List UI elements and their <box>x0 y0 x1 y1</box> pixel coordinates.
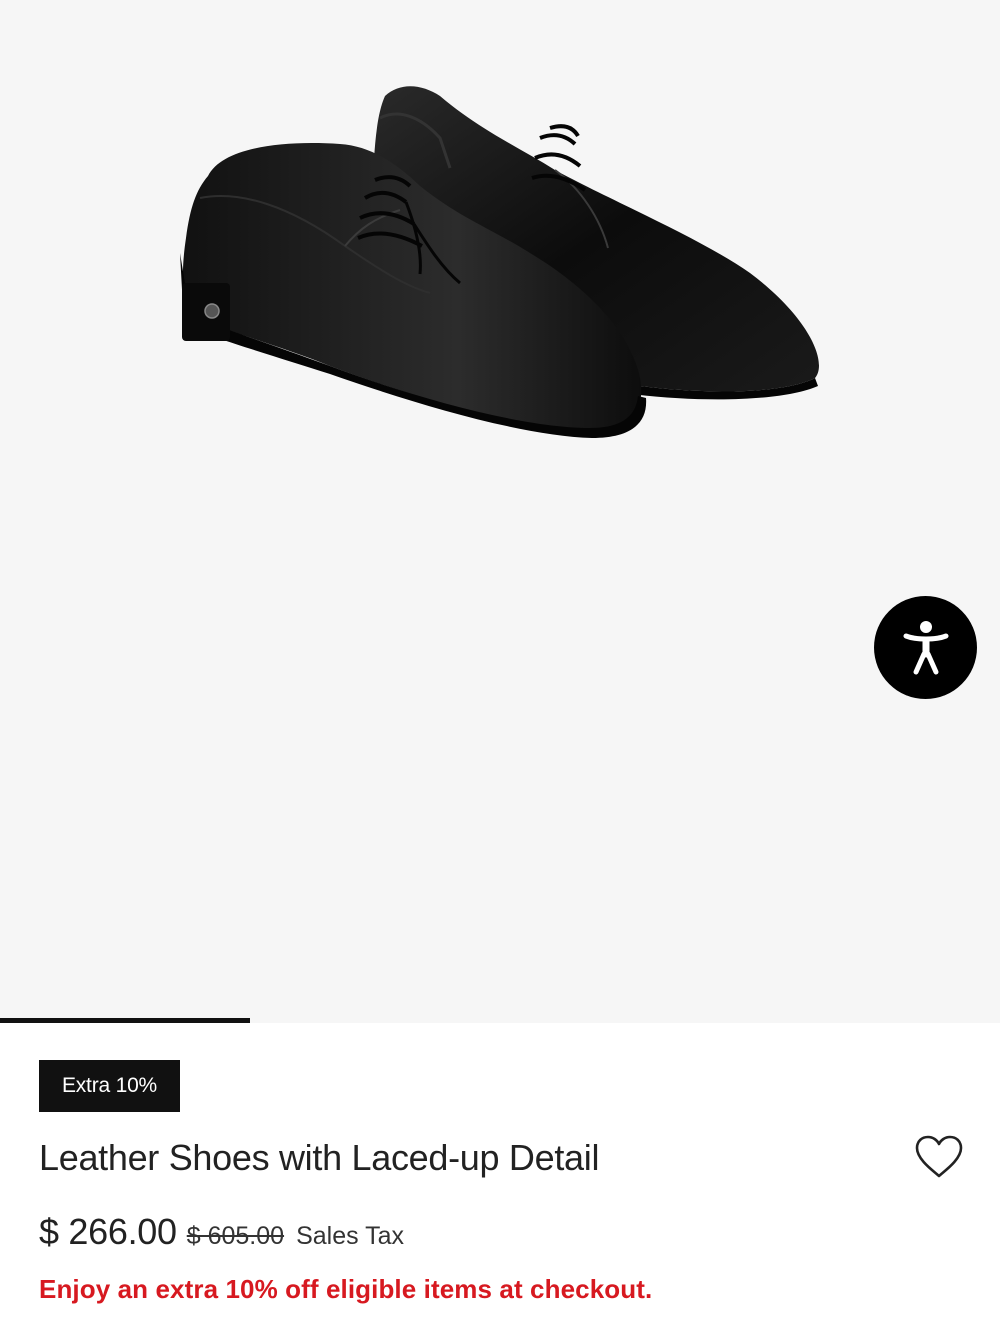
accessibility-icon <box>903 620 948 674</box>
product-info: Extra 10% Leather Shoes with Laced-up De… <box>0 1023 1000 1333</box>
product-image <box>180 86 819 438</box>
wishlist-button[interactable] <box>913 1133 965 1181</box>
accessibility-button[interactable] <box>874 596 977 699</box>
tax-note: Sales Tax <box>296 1222 404 1250</box>
promo-badge: Extra 10% <box>39 1060 180 1112</box>
heart-outline-icon <box>915 1135 963 1178</box>
original-price: $ 605.00 <box>186 1222 285 1250</box>
product-gallery[interactable] <box>0 0 1000 1023</box>
promo-message: Enjoy an extra 10% off eligible items at… <box>39 1274 653 1304</box>
product-title: Leather Shoes with Laced-up Detail <box>39 1137 600 1178</box>
price-row: $ 266.00 $ 605.00 Sales Tax <box>39 1211 404 1253</box>
sale-price: $ 266.00 <box>39 1211 177 1252</box>
